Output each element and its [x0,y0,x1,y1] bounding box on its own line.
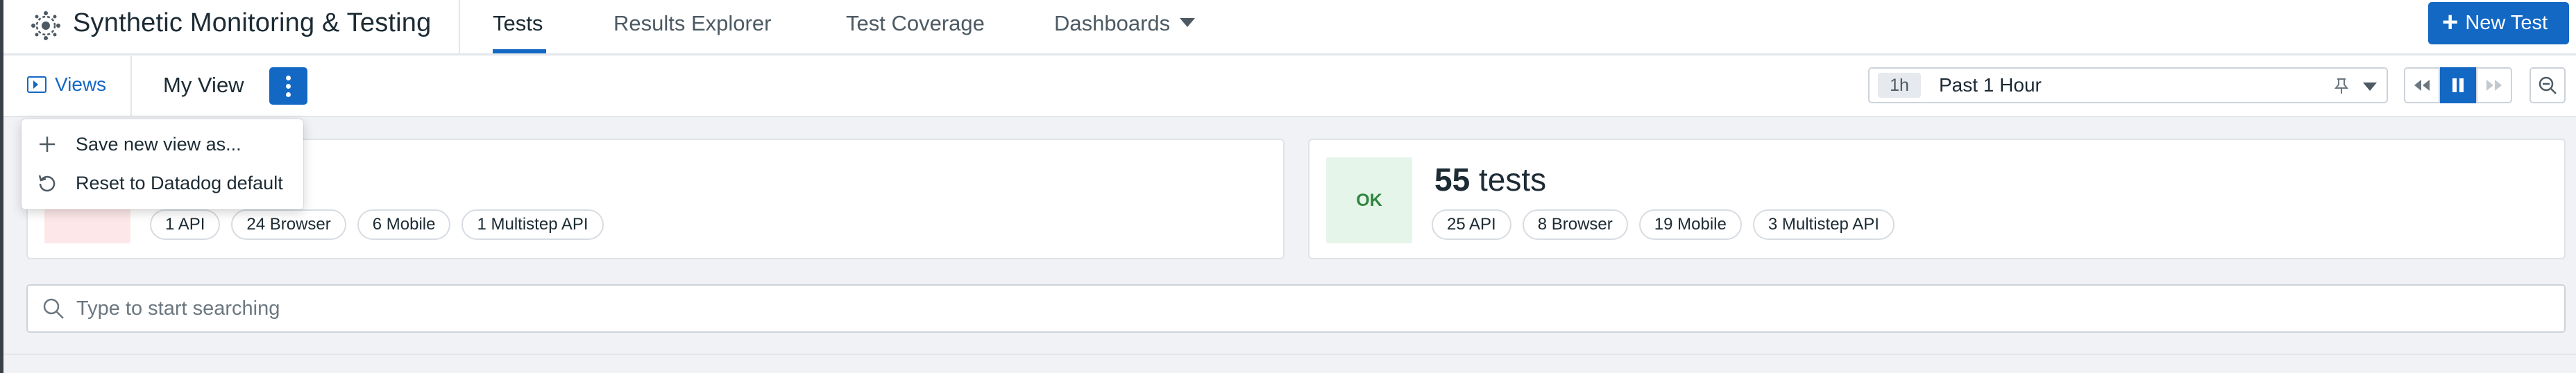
ok-tests-card[interactable]: OK 55 tests 25 API 8 Browser 19 Mobile 3… [1308,139,2566,259]
search-input[interactable] [76,288,2564,329]
kebab-dot [286,83,291,89]
views-divider [130,56,132,117]
kebab-dot [286,75,291,80]
side-panel-icon [27,76,46,93]
pill-multistep-api[interactable]: 3 Multistep API [1752,209,1895,240]
fast-forward-button[interactable] [2476,67,2512,103]
alert-test-type-pills: 1 API 24 Browser 6 Mobile 1 Multistep AP… [150,209,604,240]
playback-controls [2404,67,2512,103]
pill-api[interactable]: 25 API [1432,209,1511,240]
rewind-icon [2414,80,2430,91]
kebab-dot [286,92,291,97]
fast-forward-icon [2486,80,2502,91]
pill-browser[interactable]: 8 Browser [1522,209,1628,240]
section-divider [3,354,2576,355]
ok-test-type-pills: 25 API 8 Browser 19 Mobile 3 Multistep A… [1432,209,1895,240]
pin-icon[interactable] [2334,78,2349,94]
tab-tests[interactable]: Tests [493,11,543,36]
tab-dashboards[interactable]: Dashboards [1054,11,1196,36]
chevron-down-icon[interactable] [2363,83,2377,91]
ok-status-box: OK [1326,157,1412,243]
time-range-picker[interactable]: 1h Past 1 Hour [1868,67,2388,103]
pause-button[interactable] [2440,67,2476,103]
tab-results-explorer[interactable]: Results Explorer [613,11,771,36]
search-icon [43,298,64,319]
plus-icon [37,134,58,155]
title-divider [459,0,460,55]
view-toolbar: Views My View 1h Past 1 Hour [3,56,2576,117]
pill-api[interactable]: 1 API [150,209,221,240]
search-bar [26,284,2566,333]
tab-dashboards-label: Dashboards [1054,11,1171,35]
rewind-button[interactable] [2404,67,2440,103]
pill-browser[interactable]: 24 Browser [231,209,346,240]
menu-item-reset-default[interactable]: Reset to Datadog default [22,164,303,202]
synthetics-logo-icon [31,11,60,40]
plus-icon: + [2442,6,2459,37]
views-toggle-button[interactable]: Views [27,73,106,96]
tab-test-coverage[interactable]: Test Coverage [846,11,985,36]
pill-multistep-api[interactable]: 1 Multistep API [461,209,604,240]
ok-test-count: 55 tests [1434,161,1546,198]
ok-count-number: 55 [1434,162,1471,198]
pill-mobile[interactable]: 19 Mobile [1638,209,1742,240]
pause-icon [2452,78,2464,92]
active-tab-indicator [493,49,546,53]
view-options-button[interactable] [269,67,307,105]
top-navigation: Synthetic Monitoring & Testing Tests Res… [3,0,2576,55]
zoom-out-icon [2539,76,2557,94]
time-range-badge: 1h [1878,73,1921,98]
chevron-down-icon [1180,18,1196,28]
new-test-label: New Test [2465,12,2548,34]
new-test-button[interactable]: + New Test [2428,2,2569,44]
menu-item-label: Reset to Datadog default [76,172,283,193]
app-title: Synthetic Monitoring & Testing [73,8,432,37]
reset-icon [37,173,58,193]
time-range-label: Past 1 Hour [1939,74,2042,96]
views-label: Views [55,73,107,95]
pill-mobile[interactable]: 6 Mobile [357,209,451,240]
current-view-name: My View [163,73,244,97]
view-options-menu: Save new view as... Reset to Datadog def… [22,119,303,209]
ok-count-suffix: tests [1478,162,1547,198]
menu-item-save-new-view[interactable]: Save new view as... [22,125,303,164]
zoom-out-button[interactable] [2530,67,2566,103]
menu-item-label: Save new view as... [76,133,242,155]
